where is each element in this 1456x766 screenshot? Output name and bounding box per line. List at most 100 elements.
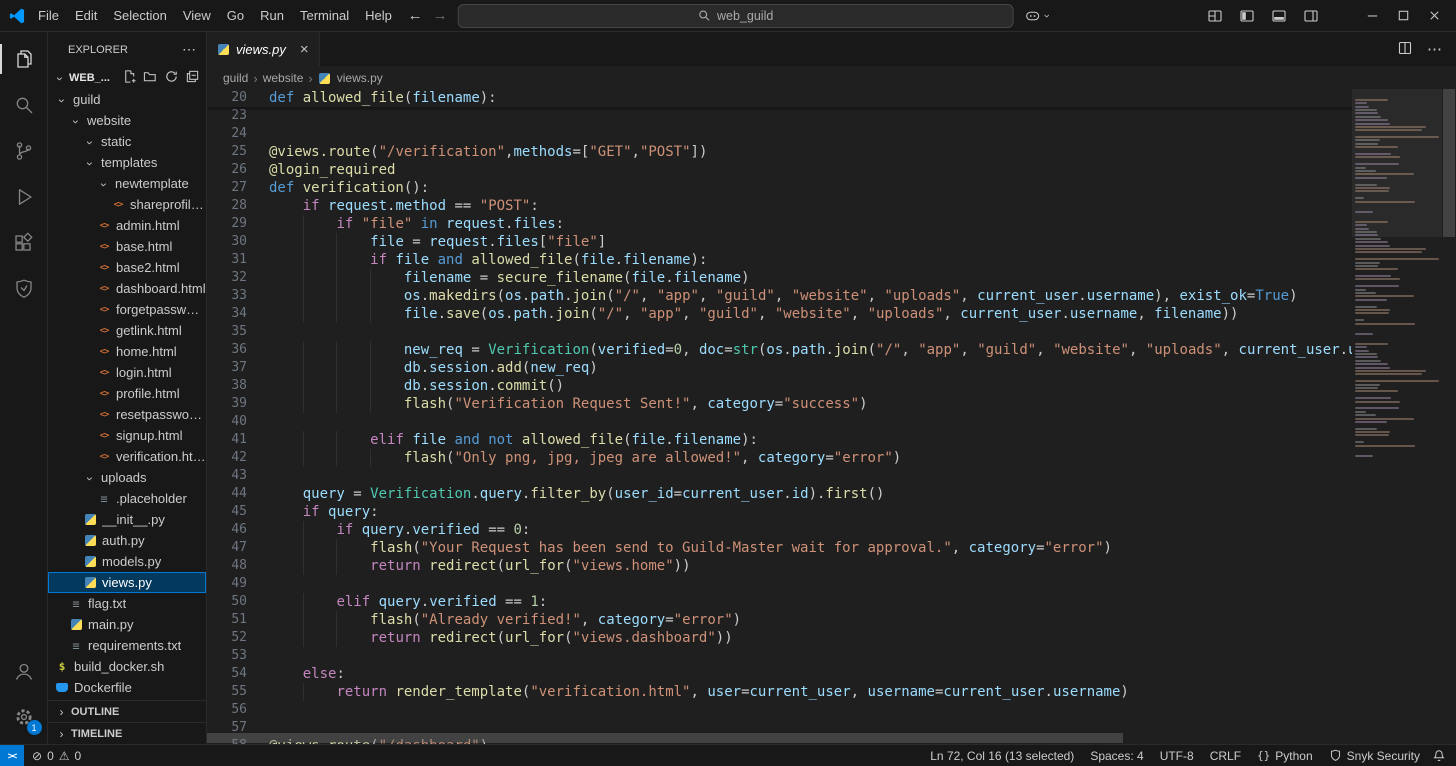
tree-item-dockerfile[interactable]: Dockerfile bbox=[48, 677, 206, 698]
tree-item-base-html[interactable]: <>base.html bbox=[48, 236, 206, 257]
tree-item-forgetpassword-h-[interactable]: <>forgetpassword.h... bbox=[48, 299, 206, 320]
line-number[interactable]: 30 bbox=[207, 233, 247, 251]
tree-item-static[interactable]: ›static bbox=[48, 131, 206, 152]
tree-item-uploads[interactable]: ›uploads bbox=[48, 467, 206, 488]
line-number[interactable]: 23 bbox=[207, 107, 247, 125]
code-line-27[interactable]: 27def verification(): bbox=[207, 179, 1352, 197]
line-number[interactable]: 50 bbox=[207, 593, 247, 611]
menu-selection[interactable]: Selection bbox=[105, 5, 174, 26]
line-number[interactable]: 35 bbox=[207, 323, 247, 341]
tree-item-login-html[interactable]: <>login.html bbox=[48, 362, 206, 383]
tree-item-build-docker-sh[interactable]: $build_docker.sh bbox=[48, 656, 206, 677]
toggle-panel-icon[interactable] bbox=[1271, 8, 1287, 24]
line-number[interactable]: 55 bbox=[207, 683, 247, 701]
breadcrumb-item[interactable]: guild bbox=[223, 71, 248, 85]
remote-indicator[interactable]: >< bbox=[0, 745, 24, 766]
line-number[interactable]: 37 bbox=[207, 359, 247, 377]
code-line-44[interactable]: 44 query = Verification.query.filter_by(… bbox=[207, 485, 1352, 503]
line-number[interactable]: 56 bbox=[207, 701, 247, 719]
line-number[interactable]: 20 bbox=[207, 89, 247, 107]
code-line-23[interactable]: 23 bbox=[207, 107, 1352, 125]
tree-item-verification-html[interactable]: <>verification.html bbox=[48, 446, 206, 467]
horizontal-scrollbar-thumb[interactable] bbox=[207, 733, 1123, 743]
tree-item-home-html[interactable]: <>home.html bbox=[48, 341, 206, 362]
menu-view[interactable]: View bbox=[175, 5, 219, 26]
code-line-50[interactable]: 50 elif query.verified == 1: bbox=[207, 593, 1352, 611]
menu-edit[interactable]: Edit bbox=[67, 5, 105, 26]
line-number[interactable]: 48 bbox=[207, 557, 247, 575]
close-window-icon[interactable] bbox=[1427, 8, 1442, 23]
code-line-26[interactable]: 26@login_required bbox=[207, 161, 1352, 179]
line-number[interactable]: 53 bbox=[207, 647, 247, 665]
code-line-34[interactable]: 34 file.save(os.path.join("/", "app", "g… bbox=[207, 305, 1352, 323]
code-line-38[interactable]: 38 db.session.commit() bbox=[207, 377, 1352, 395]
line-number[interactable]: 42 bbox=[207, 449, 247, 467]
status-eol[interactable]: CRLF bbox=[1210, 749, 1241, 763]
line-number[interactable]: 33 bbox=[207, 287, 247, 305]
breadcrumb-item[interactable]: website bbox=[263, 71, 304, 85]
copilot-button[interactable]: › bbox=[1024, 7, 1049, 25]
activity-run-debug[interactable] bbox=[0, 174, 48, 220]
code-line-51[interactable]: 51 flash("Already verified!", category="… bbox=[207, 611, 1352, 629]
code-editor[interactable]: 20def allowed_file(filename):232425@view… bbox=[207, 89, 1456, 744]
split-editor-icon[interactable] bbox=[1397, 40, 1413, 59]
code-line-45[interactable]: 45 if query: bbox=[207, 503, 1352, 521]
code-line-56[interactable]: 56 bbox=[207, 701, 1352, 719]
menu-run[interactable]: Run bbox=[252, 5, 292, 26]
notifications-bell-icon[interactable] bbox=[1432, 749, 1456, 763]
code-line-40[interactable]: 40 bbox=[207, 413, 1352, 431]
menu-file[interactable]: File bbox=[30, 5, 67, 26]
tree-item-shareprofile-html[interactable]: <>shareprofile.html bbox=[48, 194, 206, 215]
explorer-section-header[interactable]: › WEB_... bbox=[48, 67, 206, 89]
status-problems[interactable]: ⊘ 0 ⚠ 0 bbox=[32, 749, 81, 763]
tree-item-auth-py[interactable]: auth.py bbox=[48, 530, 206, 551]
tree-item-views-py[interactable]: views.py bbox=[48, 572, 206, 593]
tree-item-profile-html[interactable]: <>profile.html bbox=[48, 383, 206, 404]
activity-account[interactable] bbox=[0, 648, 48, 694]
editor-more-actions-icon[interactable]: ⋯ bbox=[1427, 40, 1442, 58]
code-line-47[interactable]: 47 flash("Your Request has been send to … bbox=[207, 539, 1352, 557]
tree-item-templates[interactable]: ›templates bbox=[48, 152, 206, 173]
code-line-29[interactable]: 29 if "file" in request.files: bbox=[207, 215, 1352, 233]
tree-item--placeholder[interactable]: ≡.placeholder bbox=[48, 488, 206, 509]
menu-help[interactable]: Help bbox=[357, 5, 400, 26]
line-number[interactable]: 26 bbox=[207, 161, 247, 179]
code-line-25[interactable]: 25@views.route("/verification",methods=[… bbox=[207, 143, 1352, 161]
line-number[interactable]: 31 bbox=[207, 251, 247, 269]
code-line-20[interactable]: 20def allowed_file(filename): bbox=[207, 89, 1352, 107]
tree-item-models-py[interactable]: models.py bbox=[48, 551, 206, 572]
minimap[interactable] bbox=[1352, 89, 1442, 732]
activity-extensions[interactable] bbox=[0, 220, 48, 266]
breadcrumb-item[interactable]: views.py bbox=[337, 71, 383, 85]
panel-outline[interactable]: ›OUTLINE bbox=[48, 700, 206, 722]
back-arrow-icon[interactable]: ← bbox=[408, 8, 423, 23]
code-line-39[interactable]: 39 flash("Verification Request Sent!", c… bbox=[207, 395, 1352, 413]
activity-source-control[interactable] bbox=[0, 128, 48, 174]
line-number[interactable]: 28 bbox=[207, 197, 247, 215]
tree-item-signup-html[interactable]: <>signup.html bbox=[48, 425, 206, 446]
line-number[interactable]: 40 bbox=[207, 413, 247, 431]
activity-settings[interactable]: 1 bbox=[0, 694, 48, 740]
toggle-secondary-sidebar-icon[interactable] bbox=[1303, 8, 1319, 24]
code-line-46[interactable]: 46 if query.verified == 0: bbox=[207, 521, 1352, 539]
line-number[interactable]: 46 bbox=[207, 521, 247, 539]
tree-item-requirements-txt[interactable]: ≡requirements.txt bbox=[48, 635, 206, 656]
tree-item--init-py[interactable]: __init__.py bbox=[48, 509, 206, 530]
collapse-all-icon[interactable] bbox=[185, 69, 200, 87]
tree-item-dashboard-html[interactable]: <>dashboard.html bbox=[48, 278, 206, 299]
line-number[interactable]: 51 bbox=[207, 611, 247, 629]
vertical-scrollbar-thumb[interactable] bbox=[1443, 89, 1455, 237]
customize-layout-icon[interactable] bbox=[1207, 8, 1223, 24]
tree-item-getlink-html[interactable]: <>getlink.html bbox=[48, 320, 206, 341]
tree-item-main-py[interactable]: main.py bbox=[48, 614, 206, 635]
status-encoding[interactable]: UTF-8 bbox=[1160, 749, 1194, 763]
tree-item-flag-txt[interactable]: ≡flag.txt bbox=[48, 593, 206, 614]
line-number[interactable]: 27 bbox=[207, 179, 247, 197]
line-number[interactable]: 34 bbox=[207, 305, 247, 323]
code-line-49[interactable]: 49 bbox=[207, 575, 1352, 593]
command-center-search[interactable]: web_guild bbox=[458, 4, 1014, 28]
tab-views-py[interactable]: views.py × bbox=[207, 32, 320, 66]
line-number[interactable]: 25 bbox=[207, 143, 247, 161]
code-line-33[interactable]: 33 os.makedirs(os.path.join("/", "app", … bbox=[207, 287, 1352, 305]
new-folder-icon[interactable] bbox=[143, 69, 158, 87]
